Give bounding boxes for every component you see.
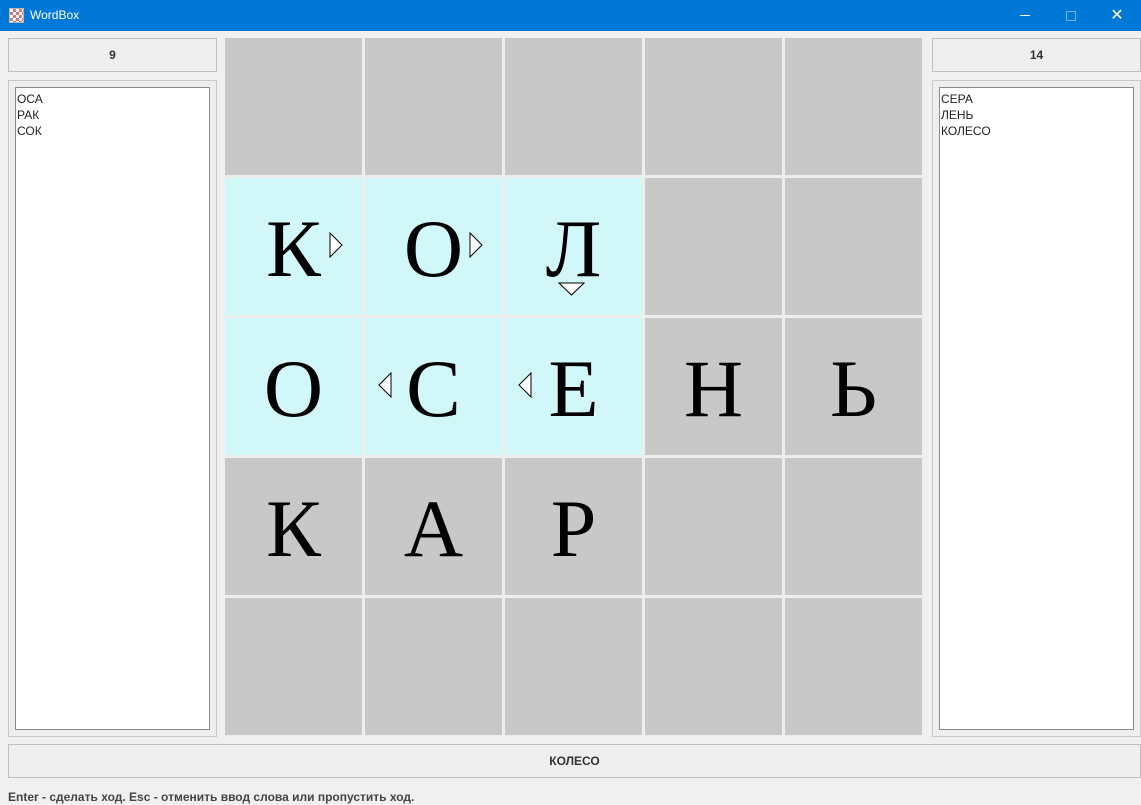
window-title: WordBox	[30, 8, 80, 22]
left-word-list-panel: ОСА РАК СОК	[8, 80, 217, 737]
game-board: К О Л О С Е Н Ь К А Р	[225, 38, 924, 737]
board-cell[interactable]: Н	[645, 318, 782, 455]
board-cell[interactable]: О	[225, 318, 362, 455]
cell-letter: А	[403, 482, 464, 574]
board-cell[interactable]	[785, 38, 922, 175]
arrow-down-icon	[558, 282, 585, 296]
board-cell[interactable]: Л	[505, 178, 642, 315]
minimize-button[interactable]	[1002, 0, 1048, 31]
cell-letter: К	[266, 482, 321, 574]
cell-letter: С	[406, 342, 461, 434]
list-item[interactable]: РАК	[17, 107, 208, 123]
board-cell[interactable]	[365, 38, 502, 175]
board-cell[interactable]	[225, 38, 362, 175]
title-bar: WordBox ✕	[0, 0, 1141, 31]
cell-letter: О	[403, 202, 464, 294]
board-cell[interactable]: К	[225, 178, 362, 315]
board-cell[interactable]: А	[365, 458, 502, 595]
list-item[interactable]: СЕРА	[941, 91, 1132, 107]
board-cell[interactable]	[505, 598, 642, 735]
board-cell[interactable]	[645, 178, 782, 315]
board-cell[interactable]: Ь	[785, 318, 922, 455]
status-bar-text: Enter - сделать ход. Esc - отменить ввод…	[8, 790, 415, 804]
maximize-button[interactable]	[1048, 0, 1094, 31]
cell-letter: Н	[683, 342, 744, 434]
close-button[interactable]: ✕	[1094, 0, 1140, 31]
board-cell[interactable]	[645, 598, 782, 735]
board-cell[interactable]	[785, 178, 922, 315]
cell-letter: Е	[548, 342, 599, 434]
board-cell[interactable]	[505, 38, 642, 175]
arrow-right-icon	[469, 232, 483, 258]
board-cell[interactable]: К	[225, 458, 362, 595]
left-word-list[interactable]: ОСА РАК СОК	[15, 87, 210, 730]
board-cell[interactable]	[785, 458, 922, 595]
app-icon	[9, 8, 24, 23]
current-word-display: КОЛЕСО	[8, 744, 1141, 778]
cell-letter: О	[263, 342, 324, 434]
board-cell[interactable]: С	[365, 318, 502, 455]
left-player-score: 9	[8, 38, 217, 72]
board-cell[interactable]	[785, 598, 922, 735]
board-cell[interactable]	[225, 598, 362, 735]
list-item[interactable]: СОК	[17, 123, 208, 139]
right-word-list-panel: СЕРА ЛЕНЬ КОЛЕСО	[932, 80, 1141, 737]
board-cell[interactable]: О	[365, 178, 502, 315]
maximize-icon	[1066, 10, 1076, 21]
cell-letter: К	[266, 202, 321, 294]
cell-letter: Ь	[829, 342, 878, 434]
board-cell[interactable]: Е	[505, 318, 642, 455]
cell-letter: Л	[545, 202, 602, 294]
list-item[interactable]: КОЛЕСО	[941, 123, 1132, 139]
cell-letter: Р	[550, 482, 597, 574]
minimize-icon	[1020, 15, 1030, 16]
arrow-left-icon	[518, 372, 532, 398]
board-cell[interactable]: Р	[505, 458, 642, 595]
arrow-left-icon	[378, 372, 392, 398]
list-item[interactable]: ЛЕНЬ	[941, 107, 1132, 123]
close-icon: ✕	[1110, 6, 1124, 24]
board-cell[interactable]	[645, 458, 782, 595]
board-cell[interactable]	[645, 38, 782, 175]
right-player-score: 14	[932, 38, 1141, 72]
arrow-right-icon	[329, 232, 343, 258]
list-item[interactable]: ОСА	[17, 91, 208, 107]
right-word-list[interactable]: СЕРА ЛЕНЬ КОЛЕСО	[939, 87, 1134, 730]
board-cell[interactable]	[365, 598, 502, 735]
